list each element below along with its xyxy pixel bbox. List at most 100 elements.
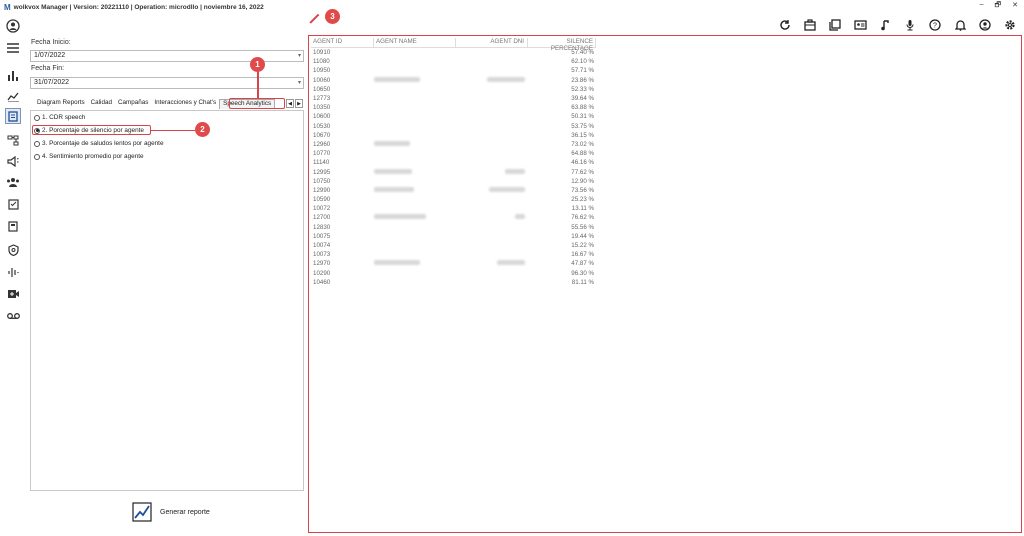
table-row[interactable]: 12990 73.56 % (311, 186, 596, 195)
svg-text:?: ? (933, 23, 937, 30)
close-button[interactable]: ✕ (1012, 1, 1018, 12)
generate-report-button[interactable]: Generar reporte (132, 502, 210, 522)
agent-id-cell: 10750 (313, 177, 331, 185)
table-row[interactable]: 10670 36.15 % (311, 131, 596, 140)
user-icon[interactable] (977, 17, 993, 33)
silence-percentage-cell: 52.33 % (571, 85, 594, 93)
report-icon[interactable] (5, 108, 21, 124)
agent-id-cell: 10910 (313, 49, 331, 57)
silence-percentage-cell: 55.56 % (571, 223, 594, 231)
refresh-icon[interactable] (777, 17, 793, 33)
tab-calidad[interactable]: Calidad (88, 99, 115, 109)
table-row[interactable]: 12700 76.62 % (311, 213, 596, 222)
chevron-left-icon[interactable]: ◀ (286, 99, 294, 108)
book-icon[interactable] (827, 17, 843, 33)
silence-percentage-cell: 39.64 % (571, 95, 594, 103)
column-header[interactable]: SILENCE PERCENTAGE (528, 38, 596, 52)
table-row[interactable]: 10073 16.67 % (311, 250, 596, 259)
table-row[interactable]: 10750 12.90 % (311, 177, 596, 186)
column-header[interactable]: AGENT ID (311, 38, 374, 47)
radio-button[interactable] (34, 114, 40, 121)
help-icon[interactable]: ? (927, 17, 943, 33)
checklist-icon[interactable] (5, 196, 21, 212)
table-row[interactable]: 12773 39.64 % (311, 94, 596, 103)
toolbox-icon[interactable] (802, 17, 818, 33)
table-row[interactable]: 10770 64.88 % (311, 149, 596, 158)
table-row[interactable]: 10530 53.75 % (311, 122, 596, 131)
agent-name-cell (374, 140, 456, 148)
silence-percentage-cell: 12.90 % (571, 177, 594, 185)
minimize-button[interactable]: – (980, 1, 984, 12)
hierarchy-icon[interactable] (5, 132, 21, 148)
table-row[interactable]: 10590 25.23 % (311, 195, 596, 204)
settings-icon[interactable] (1002, 17, 1018, 33)
table-row[interactable]: 10075 19.44 % (311, 232, 596, 241)
tab-campanas[interactable]: Campañas (115, 99, 151, 109)
tab-interacciones[interactable]: Interacciones y Chat's (151, 99, 219, 109)
menu-icon[interactable] (5, 40, 21, 56)
table-row[interactable]: 10950 57.71 % (311, 66, 596, 75)
voicemail-icon[interactable] (5, 308, 21, 324)
title-bar: M wolkvox Manager | Version: 20221110 | … (0, 0, 1024, 14)
campaign-icon[interactable] (5, 153, 21, 169)
table-row[interactable]: 12830 55.56 % (311, 223, 596, 232)
redacted-dni (489, 186, 525, 192)
window-title: wolkvox Manager | Version: 20221110 | Op… (13, 3, 264, 11)
redacted-name (374, 260, 420, 266)
chevron-down-icon[interactable]: ▾ (298, 52, 301, 59)
report-option-3[interactable]: 3. Porcentaje de saludos lentos por agen… (34, 140, 164, 147)
table-row[interactable]: 10060 23.86 % (311, 76, 596, 85)
table-row[interactable]: 11080 62.10 % (311, 57, 596, 66)
table-row[interactable]: 10074 15.22 % (311, 241, 596, 250)
music-note-icon[interactable] (877, 17, 893, 33)
chevron-right-icon[interactable]: ▶ (295, 99, 303, 108)
table-row[interactable]: 10290 96.30 % (311, 269, 596, 278)
shield-icon[interactable] (5, 242, 21, 258)
silence-percentage-cell: 63.88 % (571, 104, 594, 112)
table-row[interactable]: 10650 52.33 % (311, 85, 596, 94)
chevron-down-icon[interactable]: ▾ (298, 79, 301, 86)
video-icon[interactable] (5, 286, 21, 302)
silence-percentage-cell: 47.87 % (571, 260, 594, 268)
agent-dni-cell (456, 186, 528, 194)
microphone-icon[interactable] (902, 17, 918, 33)
table-row[interactable]: 12995 77.62 % (311, 167, 596, 176)
report-option-1[interactable]: 1. CDR speech (34, 114, 85, 121)
silence-percentage-cell: 76.62 % (571, 214, 594, 222)
report-option-4[interactable]: 4. Sentimiento promedio por agente (34, 153, 144, 160)
radio-button[interactable] (34, 140, 40, 147)
table-row[interactable]: 10072 13.11 % (311, 204, 596, 213)
end-date-field[interactable]: 31/07/2022 ▾ (30, 77, 304, 89)
redacted-name (374, 168, 412, 174)
table-row[interactable]: 12970 47.87 % (311, 259, 596, 268)
column-header[interactable]: AGENT DNI (456, 38, 528, 47)
user-icon[interactable] (5, 18, 21, 34)
contact-card-icon[interactable] (852, 17, 868, 33)
start-date-label: Fecha Inicio: (31, 39, 71, 46)
table-row[interactable]: 11140 46.16 % (311, 158, 596, 167)
tab-diagram-reports[interactable]: Diagram Reports (34, 99, 88, 109)
silence-percentage-cell: 96.30 % (571, 269, 594, 277)
trend-icon[interactable] (5, 88, 21, 104)
column-header[interactable]: AGENT NAME (374, 38, 456, 47)
report-option-label: 3. Porcentaje de saludos lentos por agen… (42, 140, 164, 147)
callout-badge: 2 (195, 122, 210, 137)
nav-sidebar (0, 14, 26, 536)
table-row[interactable]: 10600 50.31 % (311, 112, 596, 121)
bell-icon[interactable] (952, 17, 968, 33)
restore-button[interactable]: 🗗 (995, 1, 1002, 12)
table-row[interactable]: 12960 73.02 % (311, 140, 596, 149)
speech-analytics-highlight (229, 98, 285, 109)
group-icon[interactable] (5, 174, 21, 190)
radio-button[interactable] (34, 153, 40, 160)
table-row[interactable]: 10910 57.40 % (311, 48, 596, 57)
audio-wave-icon[interactable] (5, 264, 21, 280)
agent-id-cell: 11080 (313, 58, 330, 66)
tab-scroll: ◀ ▶ (286, 99, 303, 108)
calculator-icon[interactable] (5, 218, 21, 234)
agent-id-cell: 10530 (313, 122, 331, 130)
table-row[interactable]: 10460 81.11 % (311, 278, 596, 287)
silence-percentage-cell: 19.44 % (571, 232, 594, 240)
table-row[interactable]: 10350 63.88 % (311, 103, 596, 112)
bar-chart-icon[interactable] (5, 67, 21, 83)
